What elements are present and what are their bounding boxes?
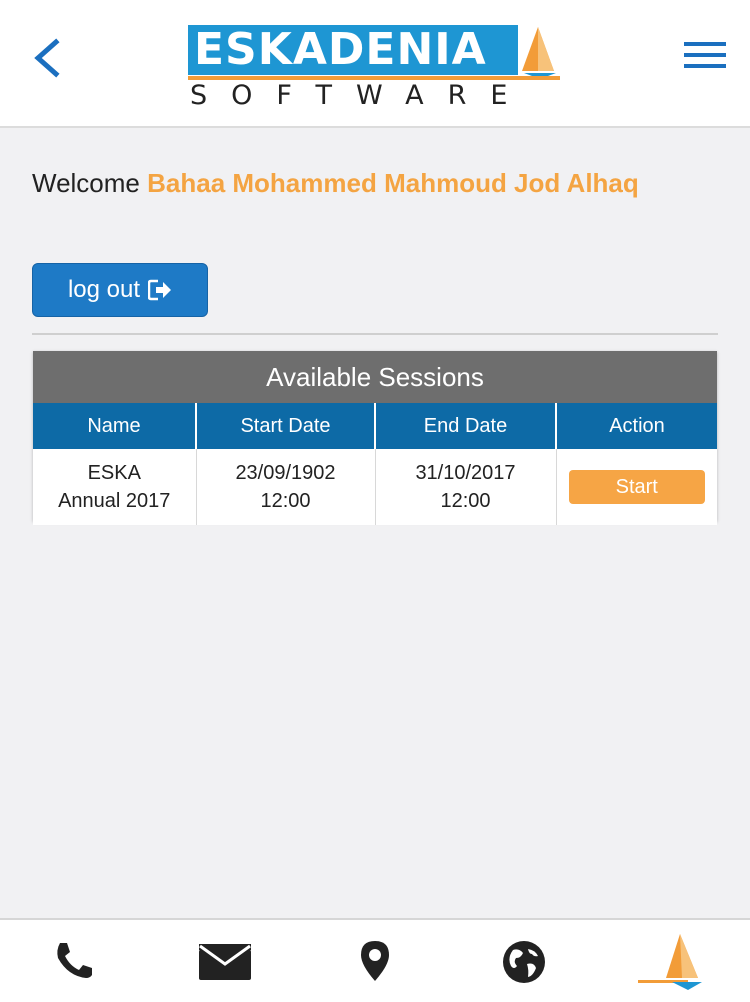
bottom-nav xyxy=(0,918,750,1002)
sessions-panel: Available Sessions Name Start Date End D… xyxy=(33,351,717,525)
sessions-table: Name Start Date End Date Action ESKA Ann… xyxy=(33,403,717,525)
logout-button[interactable]: log out xyxy=(32,263,208,317)
start-session-button[interactable]: Start xyxy=(568,470,705,504)
sail-logo-icon xyxy=(638,934,702,990)
hamburger-menu-icon[interactable] xyxy=(684,42,726,70)
welcome-prefix: Welcome xyxy=(32,168,140,198)
end-date-cell: 31/10/2017 12:00 xyxy=(375,449,557,525)
session-name-cell: ESKA Annual 2017 xyxy=(33,449,197,525)
end-time: 12:00 xyxy=(440,490,491,512)
column-header-name: Name xyxy=(33,403,197,449)
sign-out-icon xyxy=(148,279,172,301)
session-name-line2: Annual 2017 xyxy=(58,490,171,512)
start-time: 12:00 xyxy=(260,490,311,512)
sessions-title: Available Sessions xyxy=(33,351,717,403)
logo-sail-icon xyxy=(522,27,556,79)
column-header-action: Action xyxy=(556,403,717,449)
eskadenia-logo: ESKADENIA SOFTWARE xyxy=(188,25,564,109)
phone-icon[interactable] xyxy=(52,940,96,980)
logo-wordmark: ESKADENIA xyxy=(188,25,518,75)
table-row: ESKA Annual 2017 23/09/1902 12:00 31/10/… xyxy=(33,449,717,525)
end-date: 31/10/2017 xyxy=(415,462,516,484)
welcome-message: Welcome Bahaa Mohammed Mahmoud Jod Alhaq xyxy=(32,166,722,201)
action-cell: Start xyxy=(556,449,717,525)
location-pin-icon[interactable] xyxy=(358,940,392,982)
mail-icon[interactable] xyxy=(198,944,252,980)
column-header-start-date: Start Date xyxy=(196,403,376,449)
session-name-line1: ESKA xyxy=(87,462,141,484)
logo-subtext: SOFTWARE xyxy=(190,80,532,111)
start-date-cell: 23/09/1902 12:00 xyxy=(196,449,376,525)
chevron-left-icon[interactable] xyxy=(28,38,68,78)
section-divider xyxy=(32,333,718,335)
table-header-row: Name Start Date End Date Action xyxy=(33,403,717,449)
column-header-end-date: End Date xyxy=(375,403,557,449)
logout-label: log out xyxy=(67,276,141,303)
globe-icon[interactable] xyxy=(501,940,547,984)
start-date: 23/09/1902 xyxy=(235,462,336,484)
app-header: ESKADENIA SOFTWARE xyxy=(0,0,750,128)
user-name: Bahaa Mohammed Mahmoud Jod Alhaq xyxy=(147,168,639,198)
